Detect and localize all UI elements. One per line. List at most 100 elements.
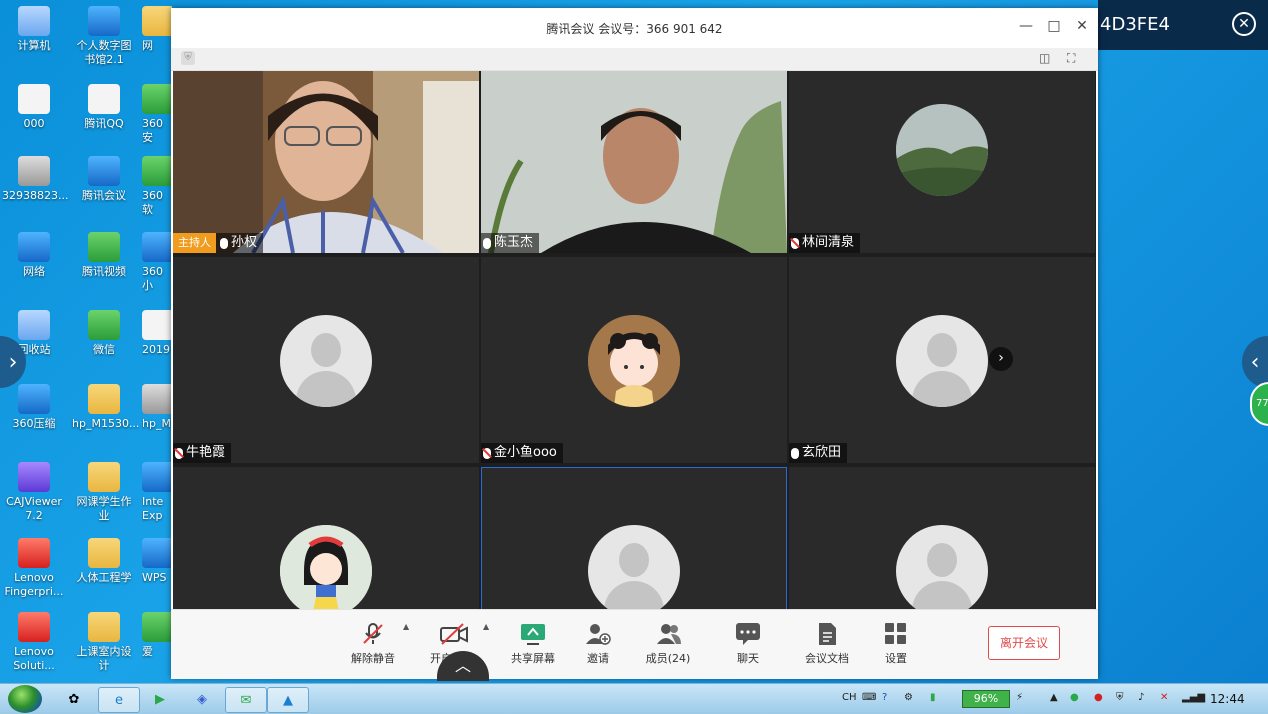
tray-expand-icon[interactable]: ▲ <box>1050 692 1058 703</box>
participant-tile[interactable]: 陈玉杰 <box>481 71 787 253</box>
desktop-shortcut[interactable]: 32938823... <box>2 156 69 203</box>
desktop-shortcut[interactable]: 腾讯会议 <box>72 156 136 203</box>
mic-options-caret[interactable]: ▲ <box>403 622 409 631</box>
participant-tile[interactable] <box>173 467 479 617</box>
meeting-toolbar: 解除静音 ▲ 开启视频 ▲ 共享屏幕 邀请 成员(24) <box>171 609 1098 679</box>
usb-icon[interactable]: ▮ <box>930 692 936 703</box>
shortcut-label: CAJViewer 7.2 <box>6 495 62 522</box>
desktop-shortcut[interactable]: 个人数字图书馆2.1 <box>72 6 136 67</box>
wechat-tray-icon[interactable]: ● <box>1070 692 1079 703</box>
shortcut-label: 32938823... <box>2 189 69 202</box>
desktop-shortcut[interactable]: 2019 <box>142 310 172 357</box>
start-button[interactable] <box>8 685 42 713</box>
minimize-button[interactable]: — <box>1016 18 1036 34</box>
desktop-shortcut[interactable]: 网络 <box>2 232 66 279</box>
desktop-shortcut[interactable]: Lenovo Fingerpri... <box>2 538 66 599</box>
apps-grid-icon <box>883 622 909 646</box>
shortcut-icon <box>88 6 120 36</box>
shield-icon[interactable]: ⛨ <box>181 51 195 65</box>
mic-muted-icon <box>791 237 799 249</box>
speed-badge-text: 77 <box>1256 398 1268 409</box>
volume-icon[interactable]: ♪ <box>1138 692 1144 703</box>
signal-icon[interactable]: ▂▄▆ <box>1182 692 1205 703</box>
wechat-icon[interactable]: ✉ <box>225 687 267 713</box>
shield-app-icon[interactable]: ◈ <box>182 687 222 711</box>
qq-tray-icon[interactable]: ● <box>1094 692 1103 703</box>
desktop-shortcut[interactable]: 网 <box>142 6 172 53</box>
language-indicator[interactable]: CH <box>842 692 857 703</box>
cartoon-avatar <box>280 525 372 617</box>
shortcut-icon <box>88 232 120 262</box>
participant-tile[interactable] <box>789 467 1095 617</box>
settings-tray-icon[interactable]: ⚙ <box>904 692 913 703</box>
members-label: 成员(24) <box>645 652 691 665</box>
video-options-caret[interactable]: ▲ <box>483 622 489 631</box>
desktop-shortcut[interactable]: 网课学生作业 <box>72 462 136 523</box>
layout-icon[interactable]: ◫ <box>1039 51 1050 65</box>
participant-tile[interactable]: 主持人 孙权 <box>173 71 479 253</box>
desktop-shortcut[interactable]: hp_M <box>142 384 172 431</box>
name-tag: 陈玉杰 <box>481 233 540 253</box>
shortcut-label: 网课学生作业 <box>76 495 132 522</box>
taskbar-app-icon[interactable]: ✿ <box>54 687 94 711</box>
clock[interactable]: 12:44 <box>1210 692 1245 706</box>
shortcut-label: 网 <box>142 39 153 52</box>
speed-badge[interactable]: 77 <box>1250 382 1268 426</box>
desktop-shortcut[interactable]: Lenovo Soluti... <box>2 612 66 673</box>
members-button[interactable]: 成员(24) <box>633 622 703 666</box>
desktop-shortcut[interactable]: CAJViewer 7.2 <box>2 462 66 523</box>
shortcut-label: 腾讯视频 <box>82 265 126 278</box>
desktop-shortcut[interactable]: 上课室内设计 <box>72 612 136 673</box>
media-player-icon[interactable]: ▶ <box>140 687 180 711</box>
next-page-button[interactable]: › <box>989 347 1013 371</box>
desktop-shortcut[interactable]: 计算机 <box>2 6 66 53</box>
desktop-shortcut[interactable]: hp_M1530... <box>72 384 139 431</box>
chat-button[interactable]: 聊天 <box>713 622 783 666</box>
right-arrow-button[interactable]: ‹ <box>1242 336 1268 388</box>
participant-tile[interactable]: › 玄欣田 <box>789 257 1095 463</box>
maximize-button[interactable]: □ <box>1044 18 1064 34</box>
desktop-shortcut[interactable]: 360软 <box>142 156 172 217</box>
desktop-shortcut[interactable]: 000 <box>2 84 66 131</box>
share-screen-button[interactable]: 共享屏幕 <box>498 622 568 666</box>
participant-tile[interactable] <box>481 467 787 617</box>
name-tag: 林间清泉 <box>789 233 861 253</box>
close-button[interactable]: ✕ <box>1072 18 1092 34</box>
battery-indicator[interactable]: 96% <box>962 690 1010 708</box>
tencent-meeting-icon[interactable]: ▲ <box>267 687 309 713</box>
shortcut-label: 微信 <box>93 343 115 356</box>
power-plug-icon[interactable]: ⚡ <box>1016 692 1023 703</box>
desktop-shortcut[interactable]: 360安 <box>142 84 172 145</box>
desktop-shortcut[interactable]: 爱 <box>142 612 172 659</box>
desktop-shortcut[interactable]: 腾讯QQ <box>72 84 136 131</box>
desktop-shortcut[interactable]: WPS <box>142 538 172 585</box>
participant-tile[interactable]: 金小鱼ooo <box>481 257 787 463</box>
default-avatar <box>896 525 988 617</box>
security-tray-icon[interactable]: ⛨ <box>1116 692 1124 703</box>
shortcut-icon <box>88 612 120 642</box>
leave-meeting-button[interactable]: 离开会议 <box>988 626 1060 660</box>
participant-tile[interactable]: 牛艳霞 <box>173 257 479 463</box>
docs-button[interactable]: 会议文档 <box>792 622 862 666</box>
desktop-shortcut[interactable]: 360压缩 <box>2 384 66 431</box>
shortcut-label: 爱 <box>142 645 153 658</box>
desktop-shortcut[interactable]: 人体工程学 <box>72 538 136 585</box>
shortcut-icon <box>142 6 172 36</box>
desktop-shortcut[interactable]: 腾讯视频 <box>72 232 136 279</box>
network-warning-icon[interactable]: ✕ <box>1160 692 1168 703</box>
participant-tile[interactable]: 林间清泉 <box>789 71 1095 253</box>
ie-browser-icon[interactable]: e <box>98 687 140 713</box>
desktop-shortcut[interactable]: 360小 <box>142 232 172 293</box>
invite-button[interactable]: 邀请 <box>563 622 633 666</box>
settings-button[interactable]: 设置 <box>861 622 931 666</box>
shortcut-icon <box>18 6 50 36</box>
help-icon[interactable]: ? <box>882 692 887 703</box>
fullscreen-icon[interactable]: ⛶ <box>1067 51 1075 66</box>
desktop-shortcut[interactable]: 微信 <box>72 310 136 357</box>
close-icon[interactable]: ✕ <box>1232 12 1256 36</box>
shortcut-label: 网络 <box>23 265 45 278</box>
cartoon-avatar <box>588 315 680 407</box>
desktop-shortcut[interactable]: Inte Exp <box>142 462 172 523</box>
mute-button[interactable]: 解除静音 <box>338 622 408 666</box>
keyboard-icon[interactable]: ⌨ <box>862 692 876 703</box>
